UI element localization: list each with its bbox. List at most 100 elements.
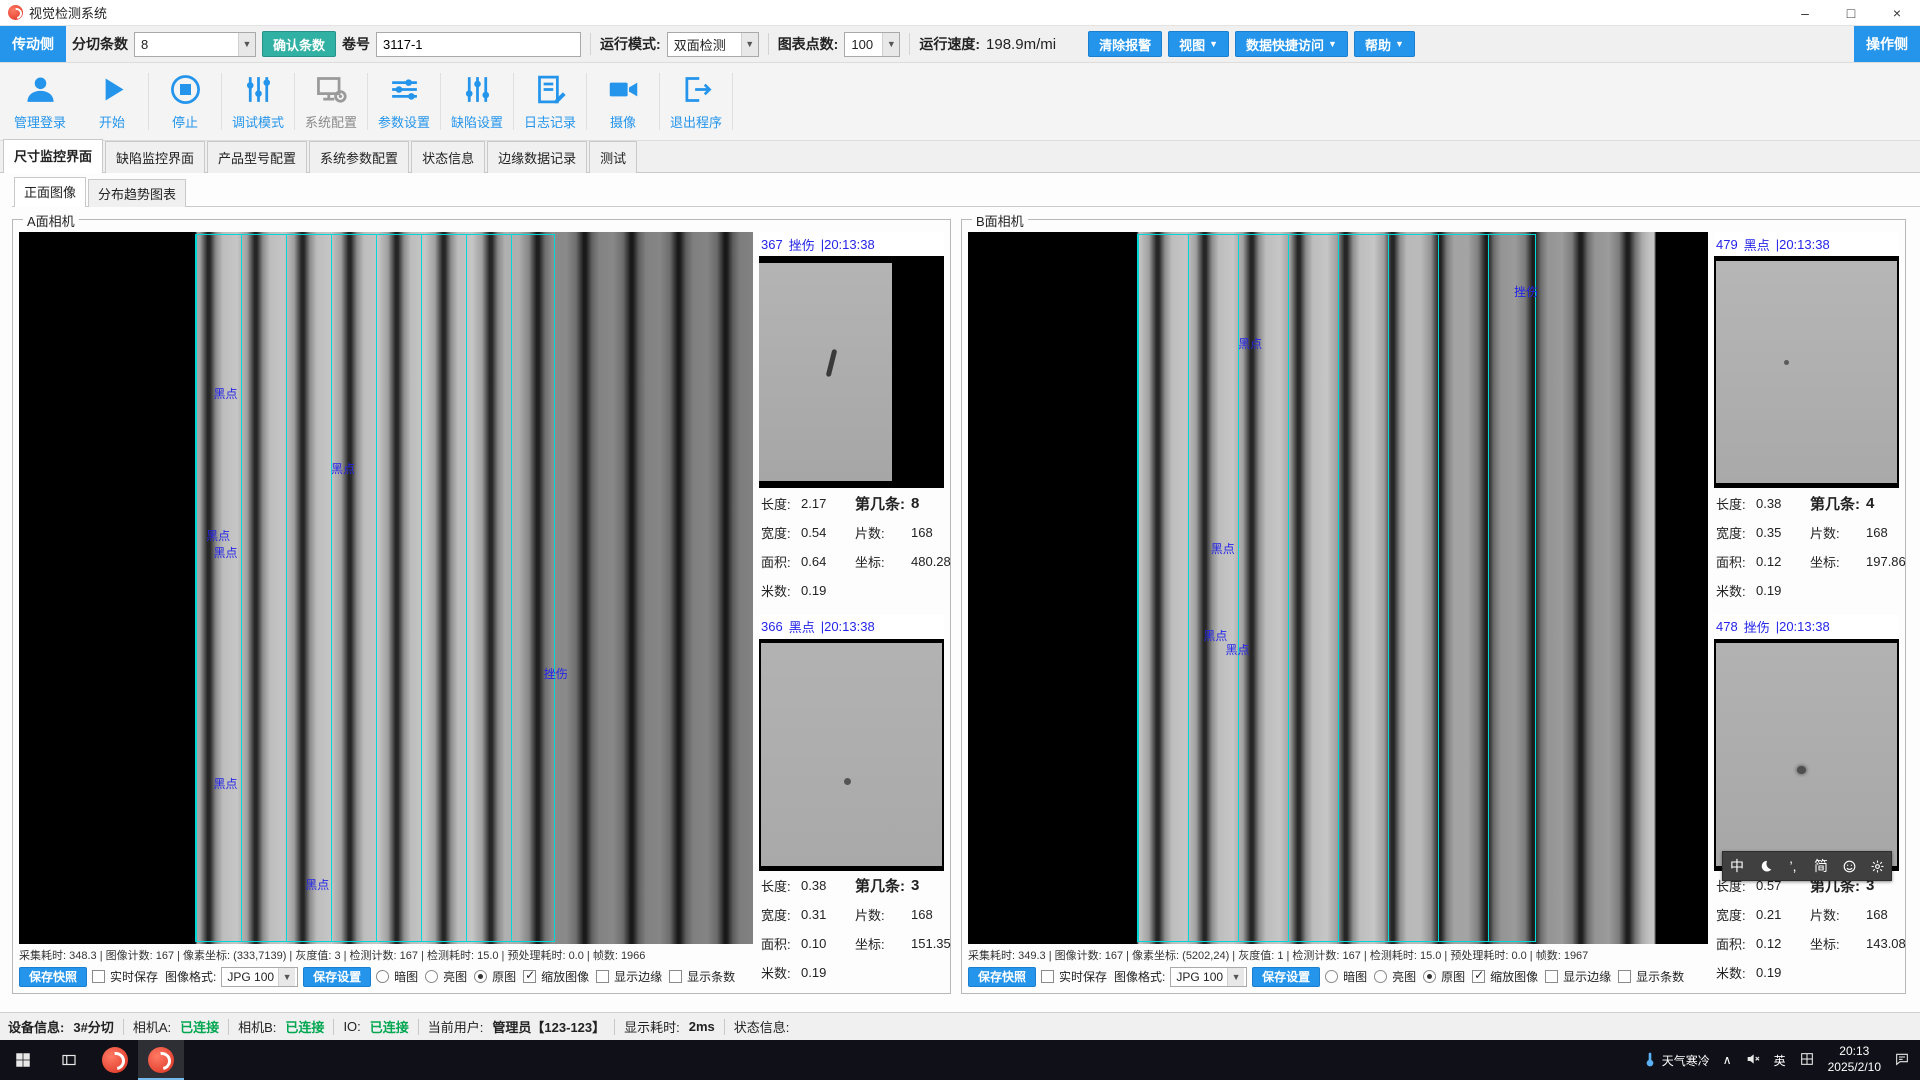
save-settings-button[interactable]: 保存设置 [303,967,371,987]
help-menu-label: 帮助 [1365,35,1391,54]
toolbar-separator [590,33,591,55]
zoom-image-checkbox[interactable] [1472,970,1485,983]
windows-taskbar: 天气寒冷 ∧ 英 20:13 2025/2/10 [0,1040,1920,1080]
stat-value: 168 [1866,525,1897,540]
clear-alarm-button[interactable]: 清除报警 [1088,31,1162,57]
data-quick-access-menu-button[interactable]: 数据快捷访问 ▼ [1235,31,1348,57]
subtab-front-image[interactable]: 正面图像 [14,177,86,207]
slit-count-select[interactable]: 8 ▼ [134,32,256,57]
debug-mode-button[interactable]: 调试模式 [222,63,294,140]
dark-image-radio[interactable] [1325,970,1338,983]
view-menu-button[interactable]: 视图 ▼ [1168,31,1229,57]
chevron-down-icon: ▼ [1395,39,1404,49]
defect-card[interactable]: 478 挫伤 |20:13:38 长度: 0.57 第几条: 3 [1714,615,1899,990]
stop-button[interactable]: 停止 [149,63,221,140]
show-strips-checkbox[interactable] [1618,970,1631,983]
confirm-count-button[interactable]: 确认条数 [262,31,336,57]
defect-card[interactable]: 367 挫伤 |20:13:38 长度: 2.17 第几条: 8 [759,232,944,607]
original-image-radio[interactable] [474,970,487,983]
tab-system-param-config[interactable]: 系统参数配置 [309,141,409,173]
gear-icon[interactable] [1863,852,1891,880]
running-app-button[interactable] [138,1040,184,1080]
camera-b-image[interactable]: 挫伤 黑点 黑点 黑点 黑点 [968,232,1708,944]
chart-points-select[interactable]: 100 ▼ [844,32,900,57]
image-format-select[interactable]: JPG 100 ▼ [1170,967,1247,987]
emoji-icon[interactable] [1835,852,1863,880]
dark-image-radio[interactable] [376,970,389,983]
ime-language-indicator[interactable]: 英 [1774,1052,1786,1069]
defect-card[interactable]: 366 黑点 |20:13:38 长度: 0.38 第几条: 3 [759,615,944,990]
volume-muted-icon[interactable] [1745,1051,1761,1070]
toolbar-separator [768,33,769,55]
param-settings-button[interactable]: 参数设置 [368,63,440,140]
camera-a-image[interactable]: 黑点 黑点 黑点 黑点 挫伤 黑点 黑点 [19,232,753,944]
clock[interactable]: 20:13 2025/2/10 [1828,1044,1881,1075]
save-snapshot-button[interactable]: 保存快照 [19,967,87,987]
tab-edge-data-record[interactable]: 边缘数据记录 [487,141,587,173]
stat-label: 长度: [761,494,801,513]
stat-value: 0.21 [1756,907,1810,922]
start-button[interactable] [0,1040,46,1080]
chevron-down-icon[interactable]: ▼ [238,33,255,56]
defect-time: |20:13:38 [1776,619,1830,634]
tab-status-info[interactable]: 状态信息 [411,141,485,173]
drive-side-button[interactable]: 传动侧 [0,26,66,62]
defect-settings-button[interactable]: 缺陷设置 [441,63,513,140]
action-center-button[interactable] [1894,1051,1910,1070]
operate-side-button[interactable]: 操作侧 [1854,26,1920,62]
tab-size-monitor[interactable]: 尺寸监控界面 [3,139,103,173]
defect-card[interactable]: 479 黑点 |20:13:38 长度: 0.38 第几条: 4 [1714,232,1899,607]
realtime-save-checkbox[interactable] [92,970,105,983]
chevron-down-icon: ▼ [1227,968,1244,986]
save-settings-button[interactable]: 保存设置 [1252,967,1320,987]
close-button[interactable]: × [1874,0,1920,25]
realtime-save-checkbox[interactable] [1041,970,1054,983]
log-record-button[interactable]: 日志记录 [514,63,586,140]
bright-image-radio[interactable] [1374,970,1387,983]
system-config-button[interactable]: 系统配置 [295,63,367,140]
stat-label: 面积: [1716,552,1756,571]
view-menu-label: 视图 [1179,35,1205,54]
start-button[interactable]: 开始 [76,63,148,140]
chevron-down-icon[interactable]: ▼ [882,33,899,56]
action-label: 退出程序 [670,112,722,131]
roll-number-input[interactable] [376,32,581,57]
device-info-label: 设备信息: [8,1017,64,1036]
admin-login-button[interactable]: 管理登录 [4,63,76,140]
taskbar-tray: 天气寒冷 ∧ 英 20:13 2025/2/10 [1642,1044,1920,1075]
camera-a-conn-label: 相机A: [133,1017,171,1036]
show-edges-checkbox[interactable] [1545,970,1558,983]
subtab-trend-chart[interactable]: 分布趋势图表 [88,179,186,207]
show-strips-label: 显示条数 [687,968,735,985]
image-format-select[interactable]: JPG 100 ▼ [221,967,298,987]
bright-image-radio[interactable] [425,970,438,983]
capture-button[interactable]: 摄像 [587,63,659,140]
tab-product-model-config[interactable]: 产品型号配置 [207,141,307,173]
run-mode-select[interactable]: 双面检测 ▼ [667,32,759,57]
stat-value: 0.19 [801,583,855,598]
moon-icon[interactable] [1751,852,1779,880]
chevron-down-icon[interactable]: ▼ [741,33,758,56]
ime-punctuation-button[interactable]: ’, [1779,852,1807,880]
clock-time: 20:13 [1839,1044,1869,1058]
exit-program-button[interactable]: 退出程序 [660,63,732,140]
show-edges-checkbox[interactable] [596,970,609,983]
weather-widget[interactable]: 天气寒冷 [1642,1052,1710,1069]
original-image-radio[interactable] [1423,970,1436,983]
minimize-button[interactable]: – [1782,0,1828,25]
tray-expand-chevron[interactable]: ∧ [1723,1053,1732,1067]
help-menu-button[interactable]: 帮助 ▼ [1354,31,1415,57]
ime-mode-icon[interactable] [1799,1051,1815,1070]
show-strips-checkbox[interactable] [669,970,682,983]
tab-test[interactable]: 测试 [589,141,637,173]
ime-chinese-mode-button[interactable]: 中 [1723,852,1751,880]
pinned-app-button[interactable] [92,1040,138,1080]
ime-simplified-button[interactable]: 简 [1807,852,1835,880]
tab-defect-monitor[interactable]: 缺陷监控界面 [105,141,205,173]
save-snapshot-button[interactable]: 保存快照 [968,967,1036,987]
maximize-button[interactable]: □ [1828,0,1874,25]
task-view-button[interactable] [46,1040,92,1080]
app-logo-icon [8,5,23,20]
zoom-image-checkbox[interactable] [523,970,536,983]
run-mode-value: 双面检测 [674,35,726,54]
